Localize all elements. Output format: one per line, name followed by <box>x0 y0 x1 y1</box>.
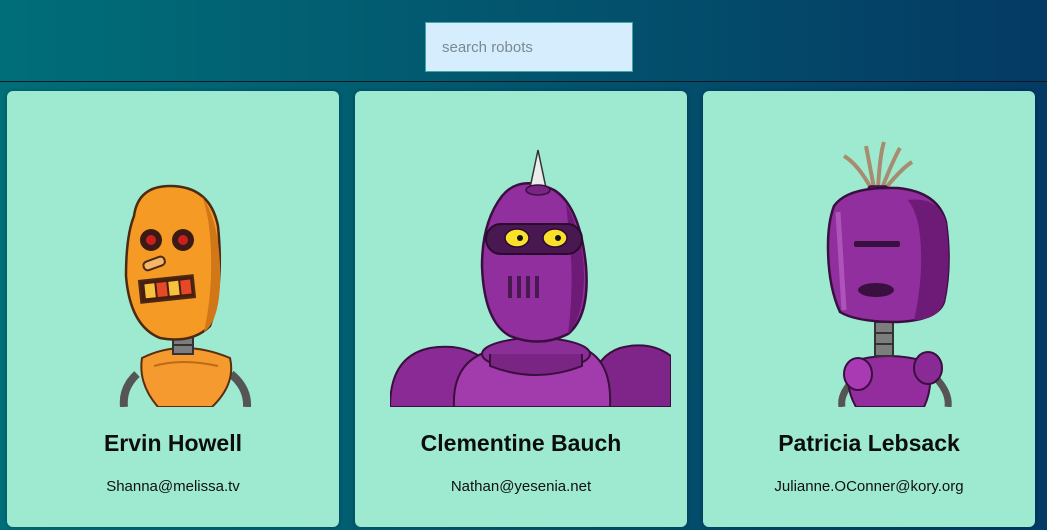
robot-email: Shanna@melissa.tv <box>106 478 240 495</box>
robot-email: Julianne.OConner@kory.org <box>774 478 964 495</box>
robot-card-patricia-lebsack[interactable]: Patricia Lebsack Julianne.OConner@kory.o… <box>703 91 1035 527</box>
robot-card-clementine-bauch[interactable]: Clementine Bauch Nathan@yesenia.net <box>355 91 687 527</box>
orange-robot-icon <box>119 184 252 407</box>
robot-name: Clementine Bauch <box>420 430 622 456</box>
purple-robot-icon <box>390 149 671 407</box>
robot-card-ervin-howell[interactable]: Ervin Howell Shanna@melissa.tv <box>7 91 339 527</box>
robot-name: Patricia Lebsack <box>778 430 960 456</box>
purple-robot-icon <box>826 141 952 407</box>
robot-email: Nathan@yesenia.net <box>450 478 592 495</box>
search-input[interactable] <box>425 22 633 72</box>
header <box>0 0 1047 82</box>
robot-name: Ervin Howell <box>103 430 243 456</box>
